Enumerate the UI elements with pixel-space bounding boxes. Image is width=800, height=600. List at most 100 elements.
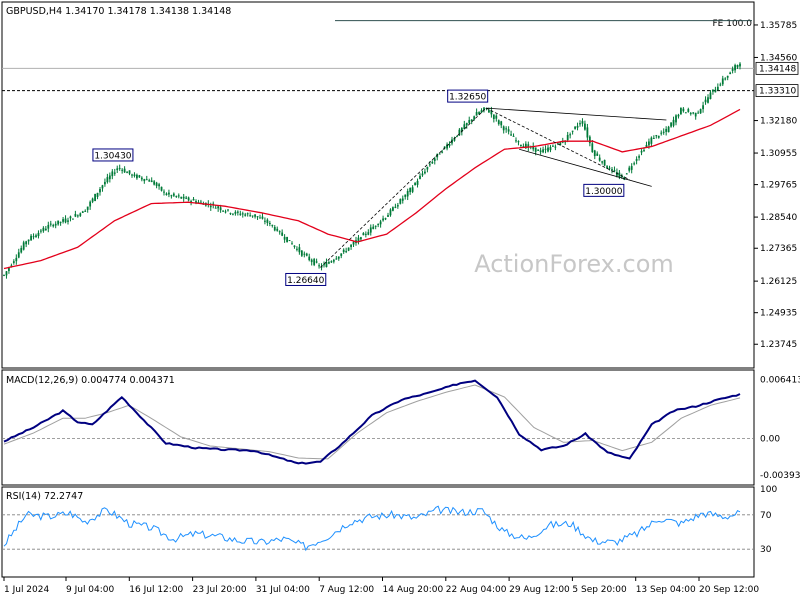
- candle-body: [588, 136, 591, 144]
- candle-body: [613, 170, 616, 172]
- candle-body: [254, 214, 256, 217]
- candle-body: [739, 63, 741, 67]
- candle-body: [91, 198, 94, 202]
- candle-body: [362, 233, 365, 236]
- candle-body: [138, 175, 141, 178]
- candle-body: [702, 105, 704, 110]
- candle-body: [298, 247, 301, 253]
- candle-body: [421, 173, 424, 176]
- candle-body: [62, 219, 64, 222]
- level-badge-label: 1.33310: [759, 87, 796, 97]
- candle-body: [185, 197, 188, 199]
- candle-body: [684, 112, 687, 114]
- candle-body: [687, 109, 690, 112]
- dashed-trendline: [320, 107, 487, 268]
- chart-root: ActionForex.com GBPUSD,H4 1.34170 1.3417…: [0, 0, 800, 600]
- candle-body: [300, 250, 303, 256]
- candle-body: [256, 216, 259, 218]
- candle-body: [406, 191, 409, 197]
- candle-body: [554, 146, 557, 148]
- candle-body: [170, 195, 173, 197]
- symbol-header: GBPUSD,H4 1.34170 1.34178 1.34138 1.3414…: [6, 6, 231, 17]
- candle-body: [566, 134, 569, 141]
- candle-body: [520, 144, 522, 146]
- candle-body: [638, 156, 640, 158]
- price-tick-label: 1.34560: [760, 53, 797, 63]
- candle-body: [682, 108, 685, 112]
- candle-body: [246, 213, 249, 215]
- candle-body: [692, 112, 695, 114]
- candle-body: [377, 224, 380, 226]
- candle-body: [72, 218, 74, 220]
- candle-body: [192, 198, 195, 201]
- x-tick-label: 1 Jul 2024: [4, 585, 49, 595]
- candle-body: [27, 239, 30, 242]
- candle-body: [190, 200, 192, 202]
- candle-body: [81, 211, 84, 213]
- candle-body: [281, 232, 284, 236]
- rsi-pane-frame: [1, 486, 755, 578]
- candle-body: [266, 219, 269, 223]
- candle-body: [54, 223, 57, 226]
- candle-body: [734, 65, 736, 71]
- candle-body: [714, 89, 717, 93]
- candle-body: [392, 207, 394, 211]
- candle-body: [625, 173, 628, 175]
- candle-body: [628, 167, 631, 171]
- candle-body: [96, 192, 99, 197]
- price-pane-frame: [1, 1, 755, 369]
- candle-body: [721, 78, 724, 85]
- candle-body: [47, 224, 50, 229]
- candle-body: [251, 215, 254, 217]
- candle-body: [40, 230, 42, 232]
- candle-body: [15, 257, 18, 262]
- candle-body: [259, 217, 261, 219]
- candle-body: [534, 147, 537, 152]
- candle-body: [177, 195, 180, 197]
- candle-body: [431, 161, 434, 164]
- candle-body: [394, 206, 397, 208]
- candle-body: [552, 145, 554, 147]
- candle-body: [121, 169, 124, 171]
- candle-body: [303, 253, 306, 255]
- candle-body: [182, 196, 185, 199]
- price-tick-label: 1.27365: [760, 244, 797, 254]
- x-tick-label: 5 Sep 20:00: [572, 585, 627, 595]
- candle-body: [667, 126, 670, 133]
- candle-body: [384, 218, 387, 220]
- candle-body: [404, 194, 407, 197]
- candle-body: [596, 153, 599, 156]
- annotation-label: 1.30000: [585, 187, 622, 197]
- candle-body: [364, 233, 367, 235]
- candle-body: [502, 126, 505, 131]
- candle-body: [515, 140, 517, 142]
- candle-body: [249, 215, 252, 217]
- candle-body: [369, 227, 372, 233]
- price-tick-label: 1.35785: [760, 21, 797, 31]
- x-tick-label: 7 Aug 12:00: [319, 585, 374, 595]
- candle-body: [677, 114, 680, 117]
- candle-body: [155, 182, 158, 186]
- candle-body: [544, 148, 547, 150]
- candle-body: [244, 214, 247, 216]
- candle-body: [635, 158, 638, 161]
- candle-body: [278, 231, 281, 233]
- candle-body: [229, 213, 232, 215]
- candle-body: [657, 135, 660, 138]
- candle-body: [113, 172, 116, 174]
- candle-body: [500, 121, 503, 126]
- candle-body: [86, 206, 89, 210]
- candle-body: [84, 210, 87, 212]
- candle-body: [3, 274, 5, 276]
- candle-body: [633, 163, 636, 165]
- rsi-layer: [2, 505, 754, 552]
- rsi-header: RSI(14) 72.2747: [6, 491, 83, 502]
- price-tick-label: 1.32180: [760, 117, 797, 127]
- candle-body: [379, 221, 382, 225]
- candle-body: [372, 226, 375, 230]
- candle-body: [399, 199, 402, 204]
- x-tick-label: 31 Jul 04:00: [256, 585, 310, 595]
- candle-body: [276, 228, 279, 231]
- candle-body: [675, 115, 677, 123]
- candle-body: [603, 159, 606, 166]
